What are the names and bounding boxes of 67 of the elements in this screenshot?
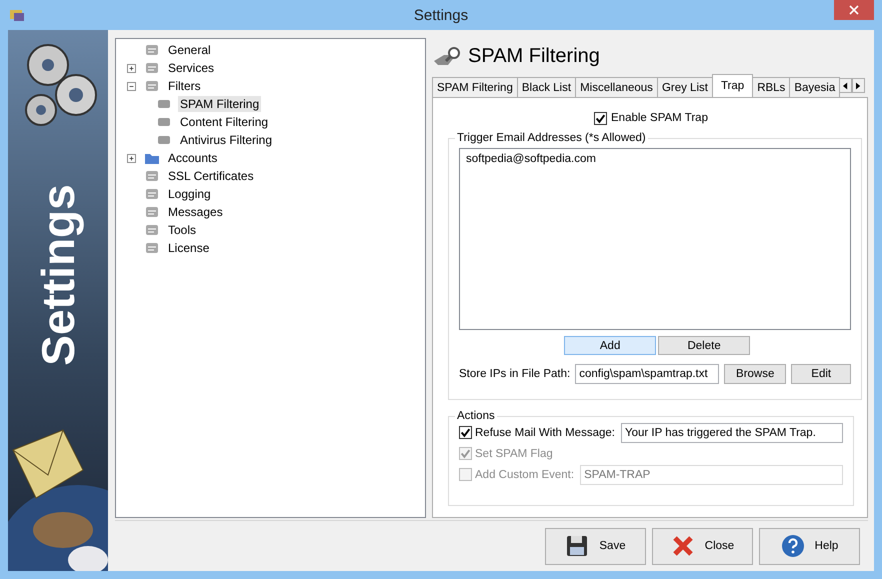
tree-item[interactable]: SSL Certificates xyxy=(166,168,256,184)
item-icon xyxy=(144,205,160,219)
tab[interactable]: SPAM Filtering xyxy=(432,77,518,97)
dialog-button[interactable]: Save xyxy=(545,528,646,564)
plus-icon xyxy=(128,154,134,162)
dialog-button[interactable]: Browse xyxy=(724,364,786,384)
tab[interactable]: Trap xyxy=(712,74,754,97)
item-icon xyxy=(156,97,172,111)
expand-button[interactable] xyxy=(126,64,136,72)
help-icon xyxy=(780,534,805,558)
group-title: Trigger Email Addresses (*s Allowed) xyxy=(456,132,647,144)
tree-item[interactable]: Filters xyxy=(166,78,203,94)
tree-item[interactable]: Logging xyxy=(166,186,213,202)
tree-item[interactable]: Content Filtering xyxy=(178,114,270,130)
collapse-button[interactable] xyxy=(126,82,136,90)
check-icon xyxy=(595,112,606,124)
close-button[interactable] xyxy=(834,0,874,20)
item-icon xyxy=(156,133,172,147)
close-icon xyxy=(849,5,859,15)
checkbox-label: Set SPAM Flag xyxy=(475,448,553,460)
path-field[interactable]: config\spam\spamtrap.txt xyxy=(575,364,720,384)
tab[interactable]: Bayesia xyxy=(789,77,840,97)
tree-item[interactable]: License xyxy=(166,240,212,256)
tree-item[interactable]: Services xyxy=(166,60,216,76)
window-title: Settings xyxy=(414,6,468,24)
app-icon xyxy=(9,8,25,22)
scroll-left-button[interactable] xyxy=(839,78,852,93)
tree-item[interactable]: SPAM Filtering xyxy=(178,96,262,112)
page-title: SPAM Filtering xyxy=(468,45,600,68)
left-triangle-icon xyxy=(843,82,848,90)
address-list[interactable]: softpedia@softpedia.com xyxy=(459,148,852,330)
dialog-button[interactable]: Close xyxy=(652,528,753,564)
checkbox-label: Enable SPAM Trap xyxy=(611,112,708,124)
item-icon xyxy=(144,187,160,201)
scroll-right-button[interactable] xyxy=(852,78,866,93)
item-icon xyxy=(144,241,160,255)
dialog-button[interactable]: Edit xyxy=(791,364,852,384)
close-icon xyxy=(670,534,695,558)
banner-title: Settings xyxy=(31,184,85,366)
check-icon xyxy=(460,427,471,438)
checkbox[interactable] xyxy=(459,426,472,439)
tree-item[interactable]: Antivirus Filtering xyxy=(178,132,274,148)
text-field[interactable]: Your IP has triggered the SPAM Trap. xyxy=(620,422,843,442)
check-icon xyxy=(460,448,471,459)
field-label: Store IPs in File Path: xyxy=(459,368,570,380)
item-icon xyxy=(144,223,160,237)
checkbox-label: Add Custom Event: xyxy=(475,468,574,480)
plus-icon xyxy=(128,64,134,72)
tree-item[interactable]: General xyxy=(166,42,213,58)
folder-icon xyxy=(144,151,160,165)
dialog-button[interactable]: Help xyxy=(759,528,860,564)
item-icon xyxy=(144,79,160,93)
group-title: Actions xyxy=(456,410,496,422)
tree-item[interactable]: Tools xyxy=(166,222,198,238)
expand-button[interactable] xyxy=(126,154,136,162)
item-icon xyxy=(144,169,160,183)
right-triangle-icon xyxy=(856,82,862,90)
item-icon xyxy=(144,61,160,75)
item-icon xyxy=(144,43,160,57)
list-item[interactable]: softpedia@softpedia.com xyxy=(466,153,844,165)
tree-item[interactable]: Messages xyxy=(166,204,225,220)
tree-item[interactable]: Accounts xyxy=(166,150,220,166)
checkbox-label: Refuse Mail With Message: xyxy=(475,426,615,438)
item-icon xyxy=(156,115,172,129)
dialog-button[interactable]: Add xyxy=(564,336,656,355)
checkbox[interactable] xyxy=(594,112,608,124)
dialog-button[interactable]: Delete xyxy=(658,336,750,355)
